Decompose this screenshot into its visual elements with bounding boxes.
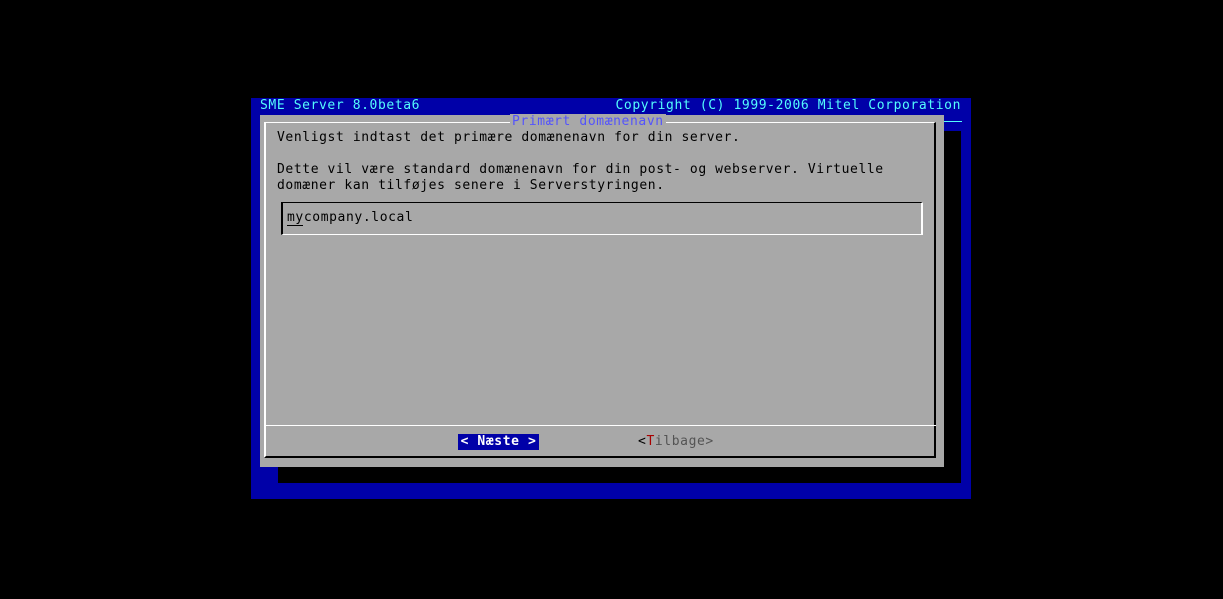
dialog-title: Primært domænenavn — [510, 114, 666, 130]
next-button[interactable]: < Næste > — [458, 434, 539, 450]
prompt-line-3: domæner kan tilføjes senere i Serverstyr… — [277, 178, 665, 193]
prompt-line-1: Venligst indtast det primære domænenavn … — [277, 130, 741, 145]
prompt-line-2: Dette vil være standard domænenavn for d… — [277, 162, 884, 177]
back-button[interactable]: <Tilbage> — [638, 434, 720, 450]
text-cursor — [287, 225, 303, 226]
back-button-hotkey: T — [646, 434, 655, 449]
backtitle-product: SME Server 8.0beta6 — [260, 98, 421, 113]
button-separator — [266, 425, 936, 426]
domain-name-dialog: Primært domænenavn Venligst indtast det … — [260, 114, 944, 467]
back-button-label: ilbage> — [654, 434, 714, 449]
backtitle-copyright: Copyright (C) 1999-2006 Mitel Corporatio… — [615, 98, 961, 113]
domain-name-value: mycompany.local — [287, 210, 414, 225]
domain-name-input[interactable]: mycompany.local — [281, 202, 923, 235]
